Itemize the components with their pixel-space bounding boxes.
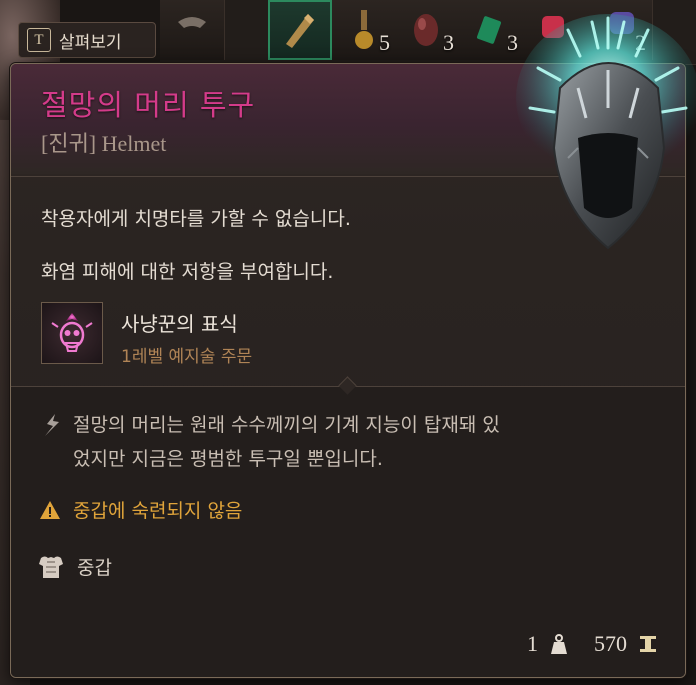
price-value: 570 bbox=[594, 631, 627, 656]
inventory-slot-egg[interactable]: 3 bbox=[396, 0, 461, 60]
item-rarity-type: [진귀] Helmet bbox=[41, 131, 167, 156]
lore-line: 었지만 지금은 평범한 투구일 뿐입니다. bbox=[73, 448, 383, 470]
armor-type: 중갑 bbox=[77, 557, 112, 579]
weight-icon bbox=[551, 634, 567, 654]
warning-text: 중갑에 숙련되지 않음 bbox=[73, 500, 243, 522]
warning-icon bbox=[40, 500, 60, 519]
lore-text: 절망의 머리는 원래 수수께끼의 기계 지능이 탑재돼 있 었지만 지금은 평범… bbox=[73, 408, 663, 476]
inventory-slot-potion[interactable]: 5 bbox=[332, 0, 397, 60]
effect-line: 착용자에게 치명타를 가할 수 없습니다. bbox=[41, 208, 351, 230]
proficiency-warning: 중갑에 숙련되지 않음 bbox=[39, 496, 242, 523]
inventory-slot-misc[interactable] bbox=[160, 0, 225, 60]
item-footer: 1 570 bbox=[527, 631, 659, 657]
shield-icon bbox=[178, 17, 206, 28]
slot-count: 3 bbox=[443, 30, 454, 55]
feather-icon bbox=[45, 414, 59, 436]
spell-slot[interactable] bbox=[41, 302, 103, 364]
slot-count: 5 bbox=[379, 30, 390, 55]
peek-button[interactable]: T 살펴보기 bbox=[18, 22, 156, 58]
armor-type-row: 중갑 bbox=[37, 553, 112, 580]
inventory-slot-torch[interactable] bbox=[268, 0, 333, 60]
item-name: 절망의 머리 투구 bbox=[41, 88, 256, 122]
peek-label: 살펴보기 bbox=[59, 32, 122, 53]
spell-name: 사냥꾼의 표식 bbox=[121, 312, 238, 336]
peek-key: T bbox=[27, 28, 51, 52]
spell-level: 1레벨 예지술 주문 bbox=[121, 347, 253, 367]
hunters-mark-icon bbox=[51, 313, 93, 352]
gold-icon bbox=[640, 636, 656, 652]
lore-line: 절망의 머리는 원래 수수께끼의 기계 지능이 탑재돼 있 bbox=[73, 414, 500, 436]
torch-icon bbox=[286, 14, 314, 48]
lore-divider bbox=[11, 376, 685, 395]
effect-line: 화염 피해에 대한 저항을 부여합니다. bbox=[41, 261, 334, 283]
weight-value: 1 bbox=[527, 631, 538, 656]
helmet-icon bbox=[516, 14, 696, 250]
heavy-armor-icon bbox=[39, 556, 63, 578]
lore-section: 절망의 머리는 원래 수수께끼의 기계 지능이 탑재돼 있 었지만 지금은 평범… bbox=[11, 376, 685, 677]
